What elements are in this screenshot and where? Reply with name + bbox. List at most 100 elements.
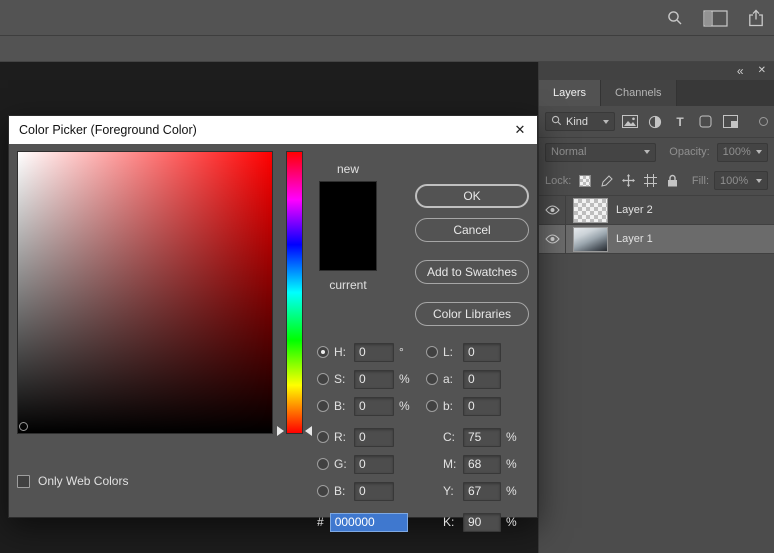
saturation-input[interactable]	[354, 369, 394, 389]
cyan-unit: %	[506, 430, 517, 444]
filter-pixel-layers-icon[interactable]	[620, 112, 640, 132]
tab-layers[interactable]: Layers	[539, 80, 602, 106]
blue-input[interactable]	[354, 481, 394, 501]
layer-name[interactable]: Layer 2	[616, 204, 653, 216]
dialog-titlebar[interactable]: Color Picker (Foreground Color) ✕	[9, 116, 537, 144]
saturation-brightness-field[interactable]	[17, 151, 273, 434]
layer-row-layer2[interactable]: Layer 2	[539, 196, 774, 225]
lab-b-input[interactable]	[463, 396, 501, 416]
lock-artboard-icon[interactable]	[642, 172, 659, 190]
blue-label: B:	[334, 484, 346, 498]
saturation-label: S:	[334, 372, 346, 386]
only-web-colors-checkbox[interactable]	[17, 474, 30, 488]
layer-row-layer1[interactable]: Layer 1	[539, 225, 774, 254]
lock-image-icon[interactable]	[598, 172, 615, 190]
lab-a-input[interactable]	[463, 369, 501, 389]
lab-b-field-row: b:	[426, 396, 501, 416]
blend-mode-dropdown[interactable]: Normal	[545, 142, 657, 162]
eye-icon	[544, 234, 560, 244]
color-swatch	[319, 181, 377, 271]
filter-shape-layers-icon[interactable]	[695, 112, 715, 132]
lock-all-icon[interactable]	[664, 172, 681, 190]
layer-thumbnail[interactable]	[573, 226, 608, 252]
cyan-field-row: C: %	[443, 427, 518, 447]
chevron-down-icon	[644, 150, 651, 154]
red-label: R:	[334, 430, 346, 444]
color-libraries-button[interactable]: Color Libraries	[415, 302, 529, 326]
panel-close-icon[interactable]: ✕	[758, 66, 766, 76]
green-field-row: G:	[317, 454, 394, 474]
hue-slider[interactable]	[286, 151, 303, 434]
brightness-input[interactable]	[354, 396, 394, 416]
lab-b-radio[interactable]	[426, 400, 438, 412]
hex-field-row: #	[317, 512, 408, 532]
yellow-field-row: Y: %	[443, 481, 518, 501]
chevron-down-icon	[603, 119, 609, 124]
fill-value: 100%	[720, 174, 749, 187]
filter-smart-objects-icon[interactable]	[720, 112, 740, 132]
lock-position-icon[interactable]	[620, 172, 637, 190]
tab-channels[interactable]: Channels	[601, 80, 677, 106]
hue-radio[interactable]	[317, 346, 329, 358]
hex-input[interactable]	[329, 512, 408, 532]
filter-type-layers-icon[interactable]: T	[670, 112, 690, 132]
cancel-button[interactable]: Cancel	[415, 218, 529, 242]
hue-slider-right-arrow[interactable]	[305, 426, 312, 436]
fill-dropdown[interactable]: 100%	[714, 171, 768, 190]
lab-l-radio[interactable]	[426, 346, 438, 358]
cyan-input[interactable]	[463, 427, 501, 447]
saturation-radio[interactable]	[317, 373, 329, 385]
green-radio[interactable]	[317, 458, 329, 470]
lock-transparency-icon[interactable]	[576, 172, 593, 190]
visibility-toggle[interactable]	[539, 196, 566, 224]
options-bar	[0, 37, 774, 62]
saturation-unit: %	[399, 372, 410, 386]
yellow-input[interactable]	[463, 481, 501, 501]
application-bar	[0, 0, 774, 36]
hue-slider-left-arrow[interactable]	[277, 426, 284, 436]
yellow-unit: %	[506, 484, 517, 498]
brightness-label: B:	[334, 399, 346, 413]
opacity-value: 100%	[722, 146, 751, 158]
magenta-field-row: M: %	[443, 454, 518, 474]
lab-b-label: b:	[443, 399, 454, 413]
lab-l-input[interactable]	[463, 342, 501, 362]
hue-unit: °	[399, 345, 404, 359]
lab-a-label: a:	[443, 372, 454, 386]
cyan-label: C:	[443, 430, 455, 444]
saturation-field-row: S: %	[317, 369, 411, 389]
current-color-swatch[interactable]	[320, 226, 376, 270]
blue-radio[interactable]	[317, 485, 329, 497]
red-input[interactable]	[354, 427, 394, 447]
brightness-radio[interactable]	[317, 400, 329, 412]
fill-label: Fill:	[691, 174, 709, 187]
filter-toggle-icon[interactable]	[759, 117, 768, 126]
new-color-swatch	[320, 182, 376, 226]
green-input[interactable]	[354, 454, 394, 474]
filter-kind-dropdown[interactable]: Kind	[545, 112, 615, 131]
visibility-toggle[interactable]	[539, 225, 566, 253]
filter-kind-label: Kind	[566, 115, 589, 128]
black-input[interactable]	[463, 512, 501, 532]
magenta-input[interactable]	[463, 454, 501, 474]
magenta-unit: %	[506, 457, 517, 471]
workspace-switcher-icon[interactable]	[703, 9, 728, 27]
hue-input[interactable]	[354, 342, 394, 362]
close-icon[interactable]: ✕	[503, 116, 537, 144]
panel-collapse-icon[interactable]: «	[737, 65, 744, 77]
opacity-dropdown[interactable]: 100%	[716, 142, 768, 162]
search-icon[interactable]	[667, 10, 683, 26]
blend-mode-row: Normal Opacity: 100%	[539, 138, 774, 166]
lab-a-radio[interactable]	[426, 373, 438, 385]
ok-button[interactable]: OK	[415, 184, 529, 208]
opacity-label: Opacity:	[669, 146, 710, 158]
layer-name[interactable]: Layer 1	[616, 233, 653, 245]
layer-thumbnail[interactable]	[573, 197, 608, 223]
blue-field-row: B:	[317, 481, 394, 501]
share-icon[interactable]	[748, 9, 764, 27]
color-field-cursor[interactable]	[19, 422, 28, 431]
red-radio[interactable]	[317, 431, 329, 443]
filter-adjustment-layers-icon[interactable]	[645, 112, 665, 132]
add-to-swatches-button[interactable]: Add to Swatches	[415, 260, 529, 284]
chevron-down-icon	[756, 150, 762, 154]
